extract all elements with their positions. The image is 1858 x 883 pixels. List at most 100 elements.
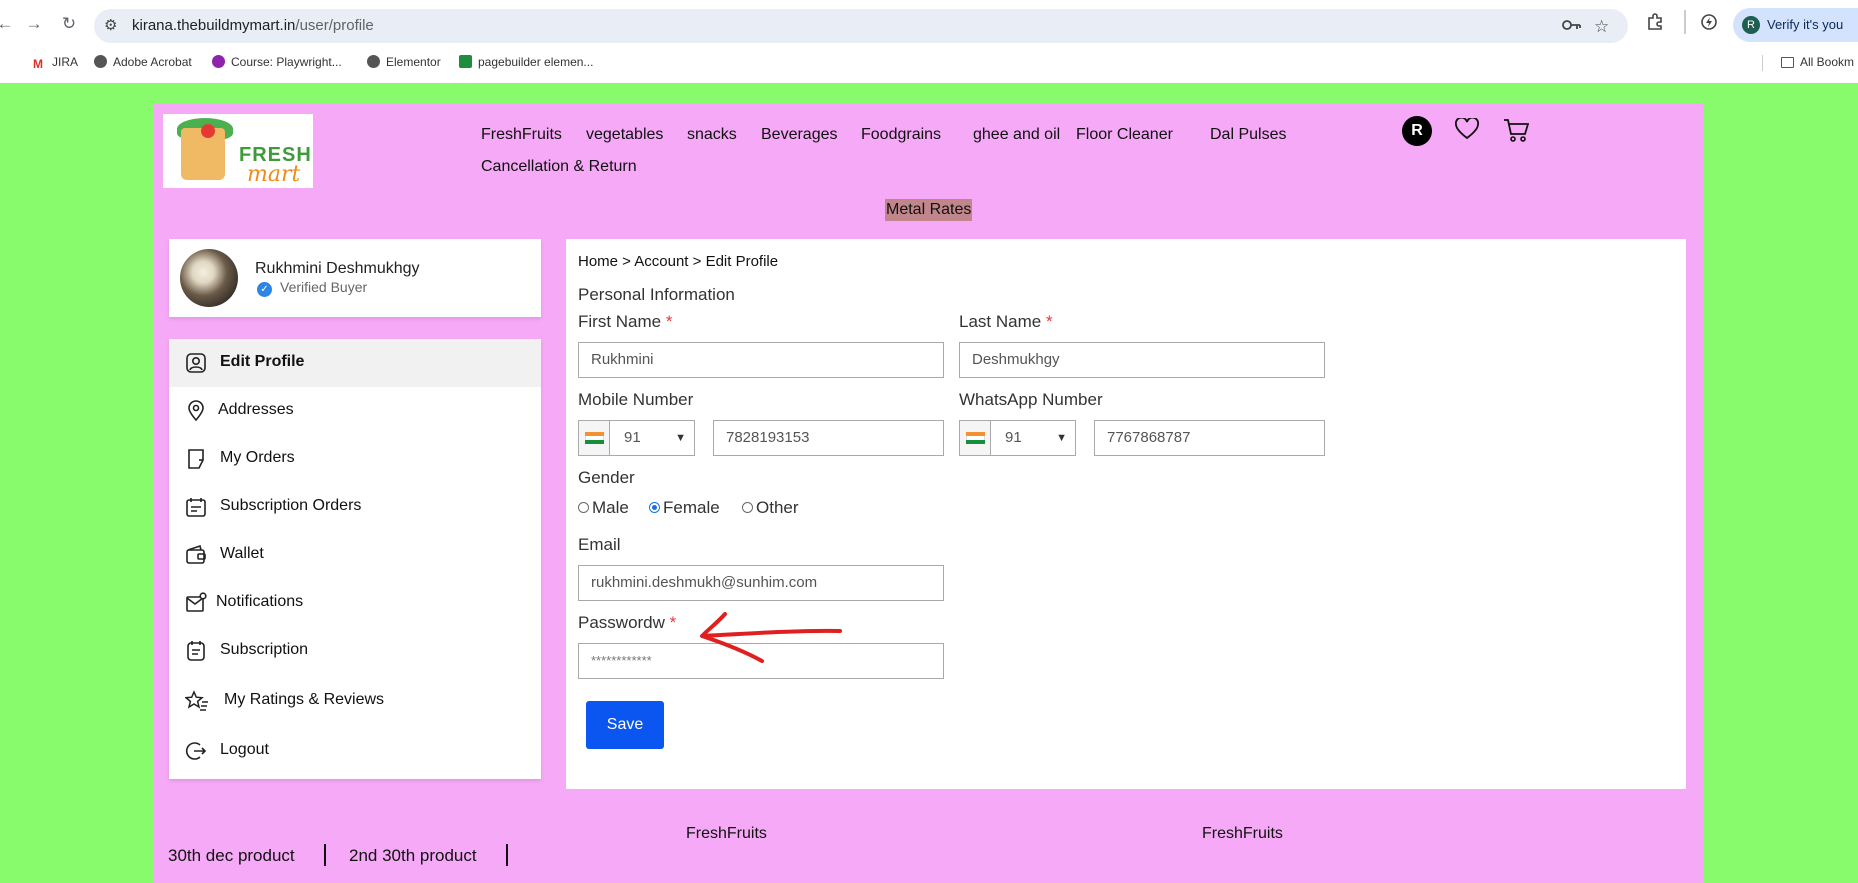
menu-item-cancellation-return[interactable]: Cancellation & Return [481,158,637,176]
bookmark-elementor[interactable]: Elementor [367,55,441,69]
sidebar-item-logout[interactable]: Logout [169,727,541,775]
footer-product-link[interactable]: 2nd 30th product [349,846,477,866]
footer-link-freshfruits[interactable]: FreshFruits [1202,825,1283,843]
location-pin-icon [185,400,207,422]
wallet-icon [185,544,207,566]
bookmark-label: JIRA [52,55,79,69]
password-key-icon[interactable] [1562,17,1582,37]
sidebar-item-wallet[interactable]: Wallet [169,531,541,579]
globe-icon [94,55,107,68]
user-avatar[interactable]: R [1402,116,1432,146]
sidebar-item-label: My Ratings & Reviews [224,691,385,708]
menu-item-dal-pulses[interactable]: Dal Pulses [1210,126,1286,144]
menu-item-beverages[interactable]: Beverages [761,126,838,144]
sidebar-item-ratings-reviews[interactable]: My Ratings & Reviews [169,677,541,725]
first-name-input[interactable]: Rukhmini [578,342,944,378]
fresh-mart-logo[interactable]: FRESH mart [163,114,313,188]
metal-rates-link[interactable]: Metal Rates [885,199,973,221]
breadcrumb[interactable]: Home > Account > Edit Profile [578,253,778,270]
menu-item-snacks[interactable]: snacks [687,126,737,144]
subscription-orders-icon [185,496,207,518]
back-icon[interactable]: ← [0,13,16,35]
last-name-input[interactable]: Deshmukhgy [959,342,1325,378]
radio-label: Male [592,498,629,517]
bookmark-label: Adobe Acrobat [113,55,192,69]
radio-circle [578,502,589,513]
sidebar-item-addresses[interactable]: Addresses [169,387,541,435]
bookmark-pagebuilder[interactable]: pagebuilder elemen... [459,55,593,69]
sidebar-item-my-orders[interactable]: My Orders [169,435,541,483]
chevron-down-icon: ▼ [675,432,686,444]
sidebar-item-subscription-orders[interactable]: Subscription Orders [169,483,541,531]
footer-product-link[interactable]: 30th dec product [168,846,295,866]
cart-icon[interactable] [1503,118,1530,147]
first-name-label-text: First Name [578,312,662,331]
verified-check-icon: ✓ [257,282,272,297]
reload-icon[interactable]: ↻ [58,13,80,35]
mobile-number-input[interactable]: 7828193153 [713,420,944,456]
sidebar-item-label: My Orders [220,449,295,466]
verify-label: Verify it's you [1767,17,1844,32]
forward-icon[interactable]: → [23,13,45,35]
sidebar-item-label: Logout [220,741,269,758]
save-button[interactable]: Save [586,701,664,749]
url-text[interactable]: kirana.thebuildmymart.in/user/profile [132,17,374,34]
radio-circle [742,502,753,513]
bookmark-course-playwright[interactable]: Course: Playwright... [212,55,342,69]
site-container: FRESH mart FreshFruits vegetables snacks… [153,104,1703,883]
sidebar-item-label: Notifications [216,593,304,610]
menu-item-vegetables[interactable]: vegetables [586,126,663,144]
gender-label: Gender [578,468,635,487]
bookmark-adobe-acrobat[interactable]: Adobe Acrobat [94,55,192,69]
bookmark-star-icon[interactable]: ☆ [1594,17,1609,37]
udemy-icon [212,55,225,68]
profile-name: Rukhmini Deshmukhgy [255,260,420,277]
whatsapp-country-code-select[interactable]: 91 ▼ [990,420,1076,456]
footer-link-freshfruits[interactable]: FreshFruits [686,825,767,843]
gender-radio-female[interactable]: Female [649,498,720,518]
sidebar-item-label: Edit Profile [220,353,305,370]
password-label-text: Passwordw [578,613,665,632]
bookmarks-bar: M JIRA Adobe Acrobat Course: Playwright..… [0,50,1858,76]
sidebar-item-label: Addresses [218,401,294,418]
menu-item-ghee-and-oil[interactable]: ghee and oil [973,126,1060,144]
email-label: Email [578,535,621,554]
whatsapp-code-value: 91 [1005,429,1022,446]
last-name-label-text: Last Name [959,312,1042,331]
menu-item-floor-cleaner[interactable]: Floor Cleaner [1076,126,1173,144]
whatsapp-number-label: WhatsApp Number [959,390,1103,409]
browser-toolbar: ← → ↻ ⚙ kirana.thebuildmymart.in/user/pr… [0,0,1858,50]
extensions-icon[interactable] [1646,13,1664,36]
gender-radio-male[interactable]: Male [578,498,629,518]
verify-identity-chip[interactable]: R Verify it's you [1733,8,1858,42]
wishlist-heart-icon[interactable] [1455,116,1479,145]
address-bar[interactable]: ⚙ kirana.thebuildmymart.in/user/profile … [94,9,1628,43]
menu-item-freshfruits[interactable]: FreshFruits [481,126,562,144]
email-input[interactable]: rukhmini.deshmukh@sunhim.com [578,565,944,601]
sidebar-item-label: Wallet [220,545,264,562]
whatsapp-number-input[interactable]: 7767868787 [1094,420,1325,456]
radio-label: Other [756,498,799,517]
mobile-country-code-select[interactable]: 91 ▼ [609,420,695,456]
sidebar-item-notifications[interactable]: Notifications [169,579,541,627]
bookmark-label: Elementor [386,55,441,69]
menu-item-foodgrains[interactable]: Foodgrains [861,126,941,144]
bookmark-jira[interactable]: M JIRA [33,55,78,71]
site-settings-icon[interactable]: ⚙ [104,16,117,34]
bookmark-label: pagebuilder elemen... [478,55,594,69]
sidebar-item-subscription[interactable]: Subscription [169,627,541,675]
sidebar-item-edit-profile[interactable]: Edit Profile [169,339,541,387]
user-icon [185,352,207,374]
radio-label: Female [663,498,720,517]
subscription-icon [185,640,207,662]
logo-tomato [201,124,215,138]
all-bookmarks[interactable]: All Bookm [1781,55,1854,69]
performance-icon[interactable] [1700,13,1718,36]
profile-status: Verified Buyer [280,279,368,295]
required-asterisk: * [665,312,673,331]
chevron-down-icon: ▼ [1056,432,1067,444]
gender-radio-other[interactable]: Other [742,498,799,518]
bookmark-label: Course: Playwright... [231,55,342,69]
radio-circle-selected [649,502,660,513]
mobile-number-label: Mobile Number [578,390,694,409]
